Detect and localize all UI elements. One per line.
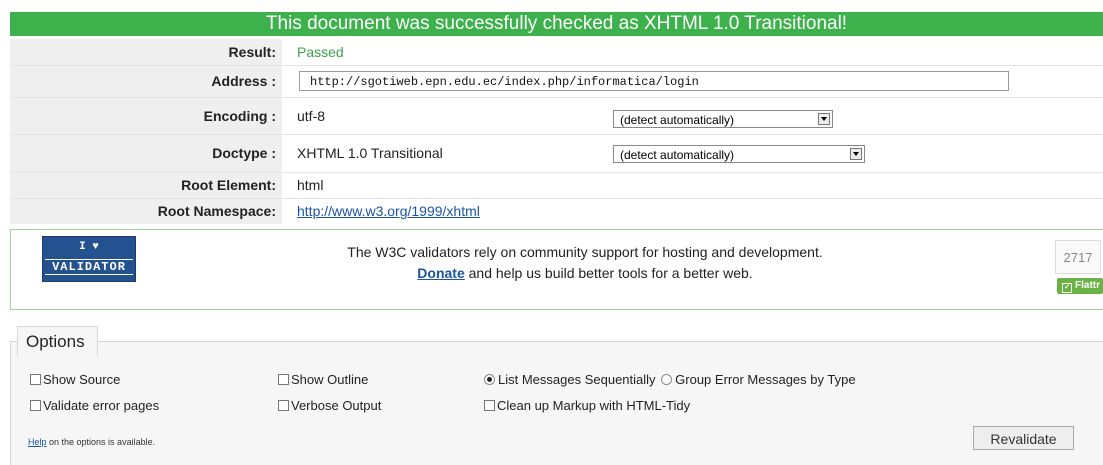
root-element-label: Root Element: — [10, 173, 282, 198]
cleanup-markup-option[interactable]: Clean up Markup with HTML-Tidy — [484, 399, 690, 413]
result-row: Result: Passed — [10, 39, 1103, 65]
group-by-type-radio[interactable] — [661, 374, 673, 385]
root-element-row: Root Element: html — [10, 173, 1103, 198]
show-source-option[interactable]: Show Source — [30, 373, 120, 387]
doctype-select-value: (detect automatically) — [620, 148, 735, 162]
cleanup-markup-label: Clean up Markup with HTML-Tidy — [497, 398, 691, 413]
donate-message: Donate and help us build better tools fo… — [300, 265, 870, 281]
root-namespace-link[interactable]: http://www.w3.org/1999/xhtml — [297, 199, 480, 224]
donate-message-rest: and help us build better tools for a bet… — [464, 265, 753, 281]
root-namespace-label: Root Namespace: — [10, 199, 282, 224]
verbose-output-label: Verbose Output — [291, 398, 382, 413]
show-outline-checkbox[interactable] — [278, 374, 289, 385]
result-label: Result: — [10, 39, 282, 65]
show-source-checkbox[interactable] — [30, 374, 41, 385]
donate-link[interactable]: Donate — [417, 265, 464, 281]
cleanup-markup-checkbox[interactable] — [484, 400, 495, 411]
help-text: Help on the options is available. — [28, 437, 155, 447]
help-text-rest: on the options is available. — [46, 437, 156, 447]
support-message: The W3C validators rely on community sup… — [347, 244, 823, 260]
flattr-icon: ✓ — [1062, 283, 1072, 293]
list-sequentially-radio[interactable] — [484, 374, 495, 385]
doctype-row: Doctype : XHTML 1.0 Transitional — [10, 135, 1103, 172]
flattr-label: Flattr — [1075, 280, 1100, 291]
verbose-output-option[interactable]: Verbose Output — [278, 399, 381, 413]
show-outline-label: Show Outline — [291, 372, 369, 387]
success-banner: This document was successfully checked a… — [10, 12, 1103, 36]
badge-heart-text: I ♥ — [79, 241, 99, 253]
doctype-value: XHTML 1.0 Transitional — [297, 145, 443, 161]
encoding-value: utf-8 — [297, 108, 326, 124]
result-value: Passed — [297, 44, 344, 60]
address-label: Address : — [10, 66, 282, 97]
flattr-button[interactable]: ✓ Flattr — [1057, 278, 1103, 294]
show-source-label: Show Source — [43, 372, 121, 387]
flattr-counter: 2717 — [1055, 240, 1101, 274]
chevron-down-icon[interactable] — [850, 148, 862, 160]
encoding-row: Encoding : utf-8 — [10, 98, 1103, 134]
encoding-label: Encoding : — [10, 98, 282, 134]
validate-error-pages-checkbox[interactable] — [30, 400, 41, 411]
badge-validator-text: VALIDATOR — [45, 259, 133, 275]
message-order-group: List Messages Sequentially Group Error M… — [484, 373, 856, 387]
encoding-select[interactable]: (detect automatically) — [613, 110, 833, 128]
verbose-output-checkbox[interactable] — [278, 400, 289, 411]
group-by-type-label: Group Error Messages by Type — [675, 372, 856, 387]
doctype-select[interactable]: (detect automatically) — [613, 145, 865, 163]
validate-error-pages-label: Validate error pages — [43, 398, 160, 413]
show-outline-option[interactable]: Show Outline — [278, 373, 368, 387]
list-sequentially-label: List Messages Sequentially — [498, 372, 656, 387]
chevron-down-icon[interactable] — [818, 113, 830, 125]
encoding-select-value: (detect automatically) — [620, 113, 735, 127]
revalidate-button[interactable]: Revalidate — [973, 426, 1074, 450]
root-namespace-row: Root Namespace: http://www.w3.org/1999/x… — [10, 199, 1103, 224]
doctype-label: Doctype : — [10, 135, 282, 172]
validate-error-pages-option[interactable]: Validate error pages — [30, 399, 159, 413]
root-element-value: html — [297, 177, 324, 193]
address-field[interactable]: http://sgotiweb.epn.edu.ec/index.php/inf… — [299, 71, 1009, 91]
i-love-validator-logo[interactable]: I ♥ VALIDATOR — [42, 236, 136, 282]
help-link[interactable]: Help — [28, 437, 47, 447]
options-legend: Options — [17, 326, 98, 356]
